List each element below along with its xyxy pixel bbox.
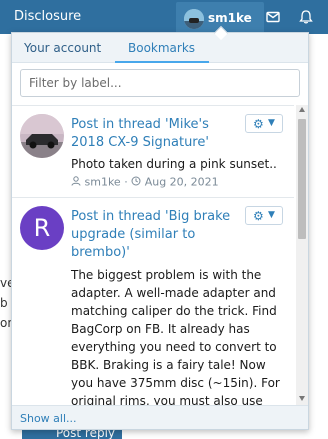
bell-icon[interactable] bbox=[297, 8, 315, 26]
bookmark-item[interactable]: R Post in thread 'Big brake upgrade (sim… bbox=[12, 198, 294, 405]
popup-footer: Show all... bbox=[12, 405, 308, 429]
top-bar: Disclosure sm1ke bbox=[0, 0, 328, 34]
active-tab-indicator bbox=[115, 61, 209, 63]
meta-separator: · bbox=[124, 175, 128, 189]
post-thumbnail bbox=[20, 114, 64, 158]
bookmark-options-button[interactable]: ⚙ ▼ bbox=[245, 114, 283, 133]
tab-your-account[interactable]: Your account bbox=[24, 41, 101, 55]
gear-icon: ⚙ bbox=[253, 209, 264, 223]
bookmark-snippet: Photo taken during a pink sunset.. bbox=[71, 157, 277, 171]
user-avatar bbox=[184, 9, 204, 29]
filter-input[interactable] bbox=[21, 70, 299, 96]
nav-brand-link[interactable]: Disclosure bbox=[14, 9, 81, 24]
bookmark-date[interactable]: Aug 20, 2021 bbox=[145, 176, 219, 189]
chevron-down-icon: ▼ bbox=[268, 118, 275, 128]
bookmark-snippet: The biggest problem is with the adapter.… bbox=[71, 268, 280, 405]
scroll-down-arrow-icon[interactable] bbox=[299, 396, 305, 401]
bookmark-title-link[interactable]: Post in thread 'Big brake upgrade (simil… bbox=[71, 208, 239, 262]
popup-tabs: Your account Bookmarks bbox=[12, 33, 308, 63]
letter-avatar: R bbox=[20, 206, 64, 250]
show-all-link[interactable]: Show all... bbox=[20, 412, 77, 425]
scroll-up-arrow-icon[interactable] bbox=[299, 107, 305, 112]
bookmark-list: Post in thread 'Mike's 2018 CX-9 Signatu… bbox=[12, 105, 294, 405]
bookmark-meta: sm1ke · Aug 20, 2021 bbox=[71, 175, 219, 189]
bookmark-title-link[interactable]: Post in thread 'Mike's 2018 CX-9 Signatu… bbox=[71, 116, 239, 152]
list-scrollbar[interactable] bbox=[296, 105, 308, 405]
bookmark-options-button[interactable]: ⚙ ▼ bbox=[245, 206, 283, 225]
tab-bookmarks[interactable]: Bookmarks bbox=[128, 41, 195, 55]
mail-icon[interactable] bbox=[264, 8, 282, 26]
bookmark-author[interactable]: sm1ke bbox=[85, 176, 121, 189]
account-popup: Your account Bookmarks Post in thread 'M… bbox=[11, 32, 309, 430]
username-label: sm1ke bbox=[208, 11, 252, 25]
background-text-fragment: b bbox=[0, 296, 8, 310]
filter-by-label-field[interactable] bbox=[20, 69, 300, 97]
clock-icon bbox=[131, 176, 145, 189]
gear-icon: ⚙ bbox=[253, 117, 264, 131]
bookmark-item[interactable]: Post in thread 'Mike's 2018 CX-9 Signatu… bbox=[12, 106, 294, 198]
chevron-down-icon: ▼ bbox=[268, 210, 275, 220]
scrollbar-thumb[interactable] bbox=[298, 119, 306, 239]
user-icon bbox=[71, 175, 85, 189]
